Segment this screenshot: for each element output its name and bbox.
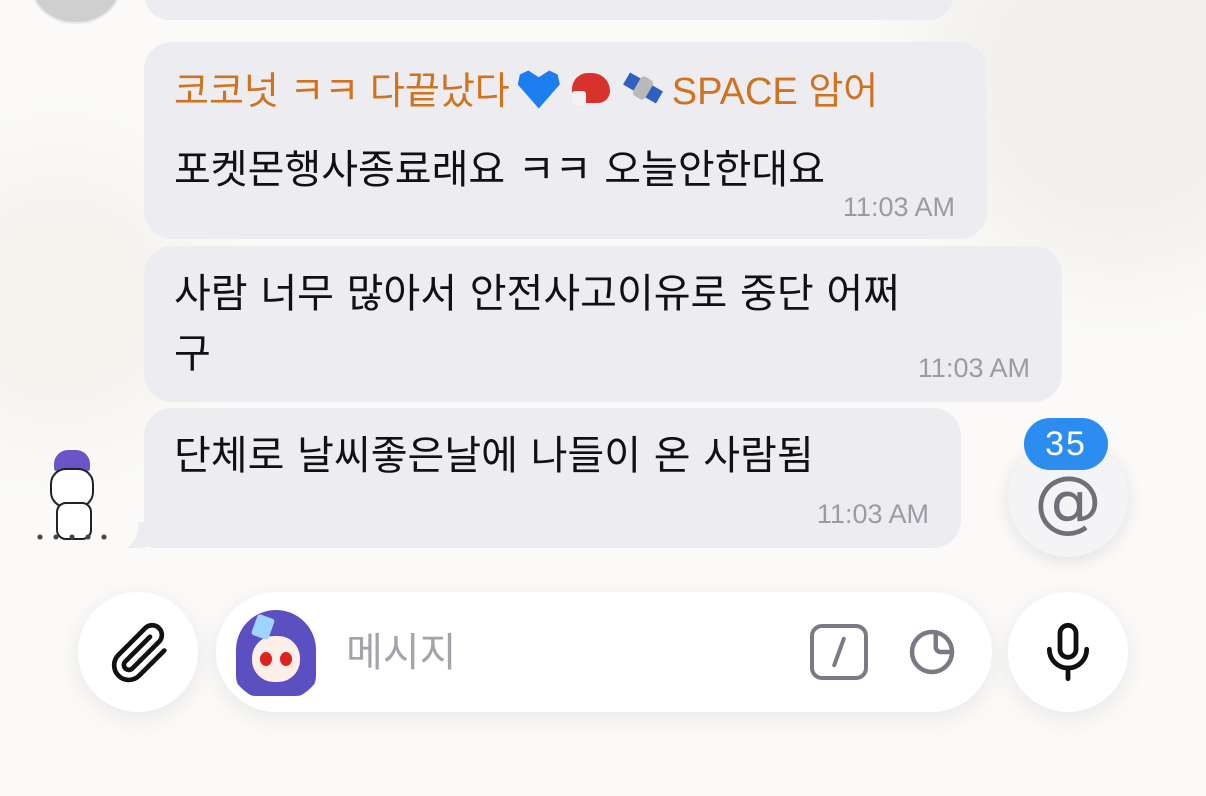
message-bubble[interactable]: 단체로 날씨좋은날에 나들이 온 사람됨 11:03 AM [144,408,961,548]
avatar-scribbles [32,530,112,544]
sender-name-text: 코코넛 ㅋㅋ 다끝났다 [174,71,510,113]
paperclip-icon [111,622,167,683]
mention-count-badge: 35 [1024,418,1108,470]
boxing-glove-icon [568,65,614,111]
slash-icon [831,636,847,668]
message-bubble[interactable]: 코코넛 ㅋㅋ 다끝났다 SPACE 암어 포켓몬행사종료래요 ㅋㅋ 오늘안한대요… [144,42,987,239]
message-text: 단체로 날씨좋은날에 나들이 온 사람됨 [174,433,814,479]
voice-message-button[interactable] [1008,592,1128,712]
bot-commands-button[interactable] [810,624,868,680]
sender-name[interactable]: 코코넛 ㅋㅋ 다끝났다 SPACE 암어 [174,60,878,115]
microphone-icon [1046,622,1090,682]
avatar-eye [260,652,272,666]
message-timestamp: 11:03 AM [816,499,929,529]
sender-name-suffix: SPACE 암어 [671,71,879,113]
message-text-line: 구 [174,331,211,377]
message-input[interactable] [344,616,788,690]
send-as-avatar[interactable] [226,602,326,702]
avatar-eye [280,652,292,666]
previous-message-bubble[interactable] [144,0,954,20]
at-sign-icon: @ [1034,461,1102,541]
sender-avatar[interactable] [26,440,118,550]
message-composer [216,592,992,712]
sticker-icon [909,629,955,675]
message-timestamp: 11:03 AM [842,192,955,222]
message-text: 사람 너무 많아서 안전사고이유로 중단 어쩌 구 [174,264,900,384]
message-text: 포켓몬행사종료래요 ㅋㅋ 오늘안한대요 [174,147,826,193]
message-timestamp: 11:03 AM [917,353,1030,383]
sticker-button[interactable] [902,622,962,682]
message-text-line: 사람 너무 많아서 안전사고이유로 중단 어쩌 [174,271,900,317]
attach-button[interactable] [78,592,198,712]
message-bubble[interactable]: 사람 너무 많아서 안전사고이유로 중단 어쩌 구 11:03 AM [144,246,1062,402]
blue-heart-icon [516,65,562,111]
satellite-icon [620,65,666,111]
